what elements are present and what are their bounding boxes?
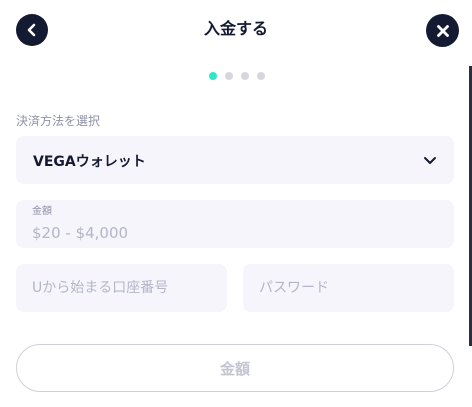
step-indicator — [209, 72, 265, 80]
submit-button[interactable]: 金額 — [16, 344, 454, 392]
close-icon — [436, 24, 449, 37]
chevron-down-icon — [424, 157, 436, 164]
password-input[interactable] — [243, 264, 454, 312]
amount-label: 金額 — [32, 206, 52, 217]
step-dot-3 — [241, 72, 249, 80]
modal-header: 入金する — [0, 0, 472, 58]
payment-method-select[interactable]: VEGAウォレット — [16, 136, 454, 184]
amount-input[interactable] — [32, 222, 432, 244]
payment-method-label: 決済方法を選択 — [16, 114, 101, 128]
selected-payment-method: VEGAウォレット — [33, 154, 146, 170]
account-number-input[interactable] — [16, 264, 227, 312]
amount-field[interactable]: 金額 — [16, 200, 454, 248]
step-dot-2 — [225, 72, 233, 80]
step-dot-4 — [257, 72, 265, 80]
close-button[interactable] — [426, 14, 459, 47]
step-dot-1 — [209, 72, 217, 80]
page-title: 入金する — [203, 19, 268, 38]
